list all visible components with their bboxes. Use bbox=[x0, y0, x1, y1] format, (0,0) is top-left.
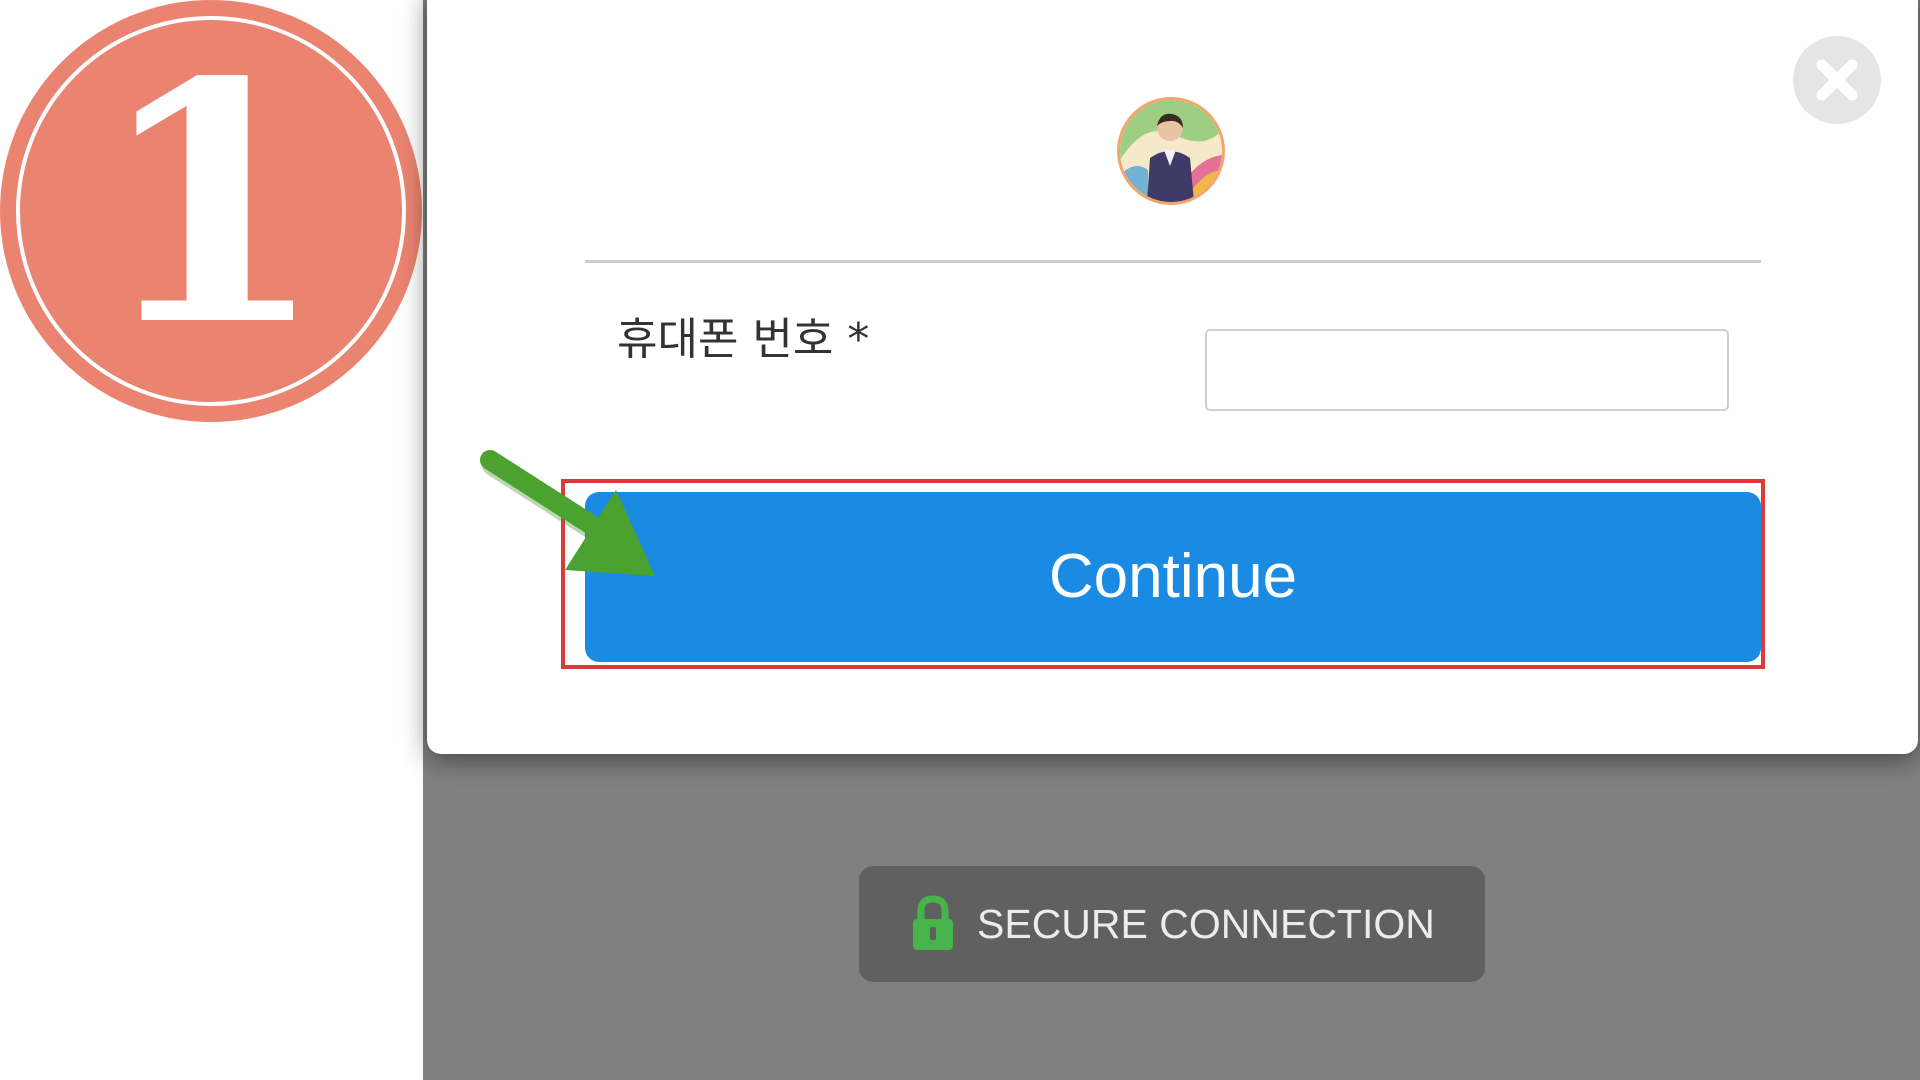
step-number-badge: 1 bbox=[0, 0, 422, 422]
continue-button[interactable]: Continue bbox=[585, 492, 1761, 662]
phone-number-label: 휴대폰 번호 * bbox=[617, 314, 870, 365]
close-icon bbox=[1816, 59, 1858, 101]
close-button[interactable] bbox=[1793, 36, 1881, 124]
modal-divider bbox=[585, 260, 1761, 263]
login-modal: 휴대폰 번호 * Continue bbox=[427, 0, 1918, 754]
step-number: 1 bbox=[96, 10, 326, 398]
lock-icon bbox=[913, 895, 953, 950]
profile-avatar-icon bbox=[1117, 97, 1225, 205]
phone-number-input[interactable] bbox=[1205, 329, 1729, 411]
secure-connection-badge: SECURE CONNECTION bbox=[859, 866, 1485, 982]
secure-connection-label: SECURE CONNECTION bbox=[977, 901, 1435, 947]
